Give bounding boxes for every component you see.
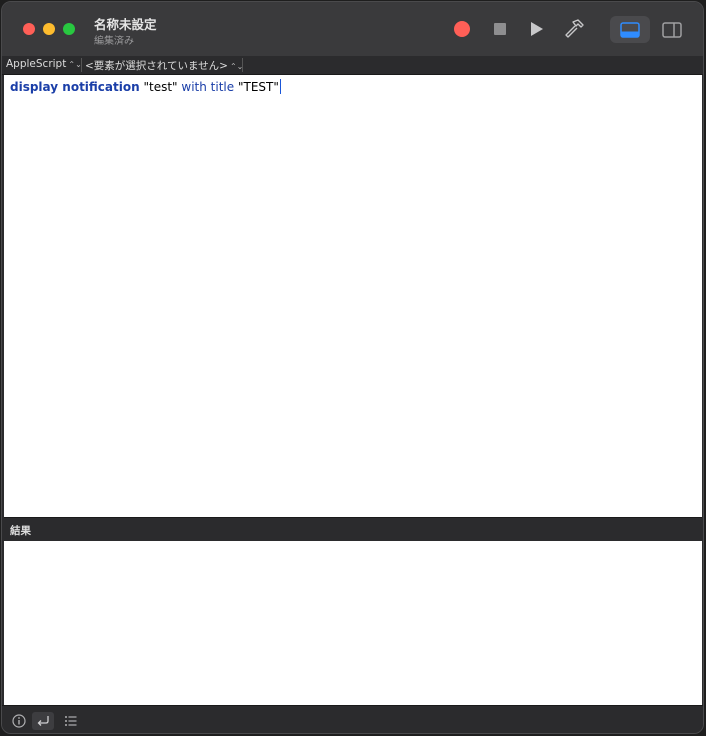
record-button[interactable] bbox=[448, 15, 476, 43]
script-editor[interactable]: display notification "test" with title "… bbox=[4, 75, 702, 517]
result-panel-header: 結果 bbox=[4, 517, 702, 542]
language-label: AppleScript bbox=[6, 58, 67, 70]
close-button[interactable] bbox=[23, 23, 35, 35]
record-icon bbox=[454, 21, 470, 37]
text-caret bbox=[279, 79, 281, 94]
navigation-bar: AppleScript ⌃⌄ <要素が選択されていません> ⌃⌄ bbox=[2, 56, 703, 75]
info-button[interactable] bbox=[8, 712, 30, 730]
list-button[interactable] bbox=[60, 712, 82, 730]
language-popup[interactable]: AppleScript ⌃⌄ bbox=[6, 58, 82, 70]
list-icon bbox=[65, 716, 77, 726]
result-area[interactable] bbox=[4, 541, 702, 705]
window-title: 名称未設定 bbox=[94, 17, 157, 32]
bottom-bar bbox=[2, 705, 703, 733]
code-parameter: with title bbox=[181, 80, 235, 94]
play-icon bbox=[531, 22, 543, 36]
code-line: display notification "test" with title "… bbox=[10, 79, 281, 94]
code-string: "test" bbox=[143, 80, 178, 94]
element-label: <要素が選択されていません> bbox=[85, 60, 228, 72]
element-popup[interactable]: <要素が選択されていません> ⌃⌄ bbox=[85, 58, 243, 73]
zoom-button[interactable] bbox=[63, 23, 75, 35]
code-command: display notification bbox=[10, 80, 140, 94]
return-button[interactable] bbox=[32, 712, 54, 730]
stop-button[interactable] bbox=[486, 15, 514, 43]
code-string: "TEST" bbox=[237, 80, 279, 94]
titlebar: 名称未設定 編集済み bbox=[2, 2, 703, 57]
script-editor-window: 名称未設定 編集済み AppleScript ⌃⌄ <要素が選択されていません>… bbox=[1, 1, 704, 734]
info-icon bbox=[12, 714, 26, 728]
run-button[interactable] bbox=[523, 15, 551, 43]
bottom-panel-icon bbox=[620, 21, 640, 38]
updown-chevron-icon: ⌃⌄ bbox=[68, 60, 82, 69]
compile-button[interactable] bbox=[560, 15, 588, 43]
minimize-button[interactable] bbox=[43, 23, 55, 35]
nav-divider bbox=[81, 58, 82, 72]
show-side-panel-button[interactable] bbox=[654, 16, 690, 43]
hammer-icon bbox=[565, 19, 584, 38]
stop-icon bbox=[494, 23, 506, 35]
window-subtitle: 編集済み bbox=[94, 36, 134, 47]
return-icon bbox=[37, 716, 49, 726]
side-panel-icon bbox=[662, 21, 682, 38]
show-bottom-panel-button[interactable] bbox=[610, 16, 650, 43]
nav-divider bbox=[242, 58, 243, 72]
result-label: 結果 bbox=[10, 525, 31, 537]
